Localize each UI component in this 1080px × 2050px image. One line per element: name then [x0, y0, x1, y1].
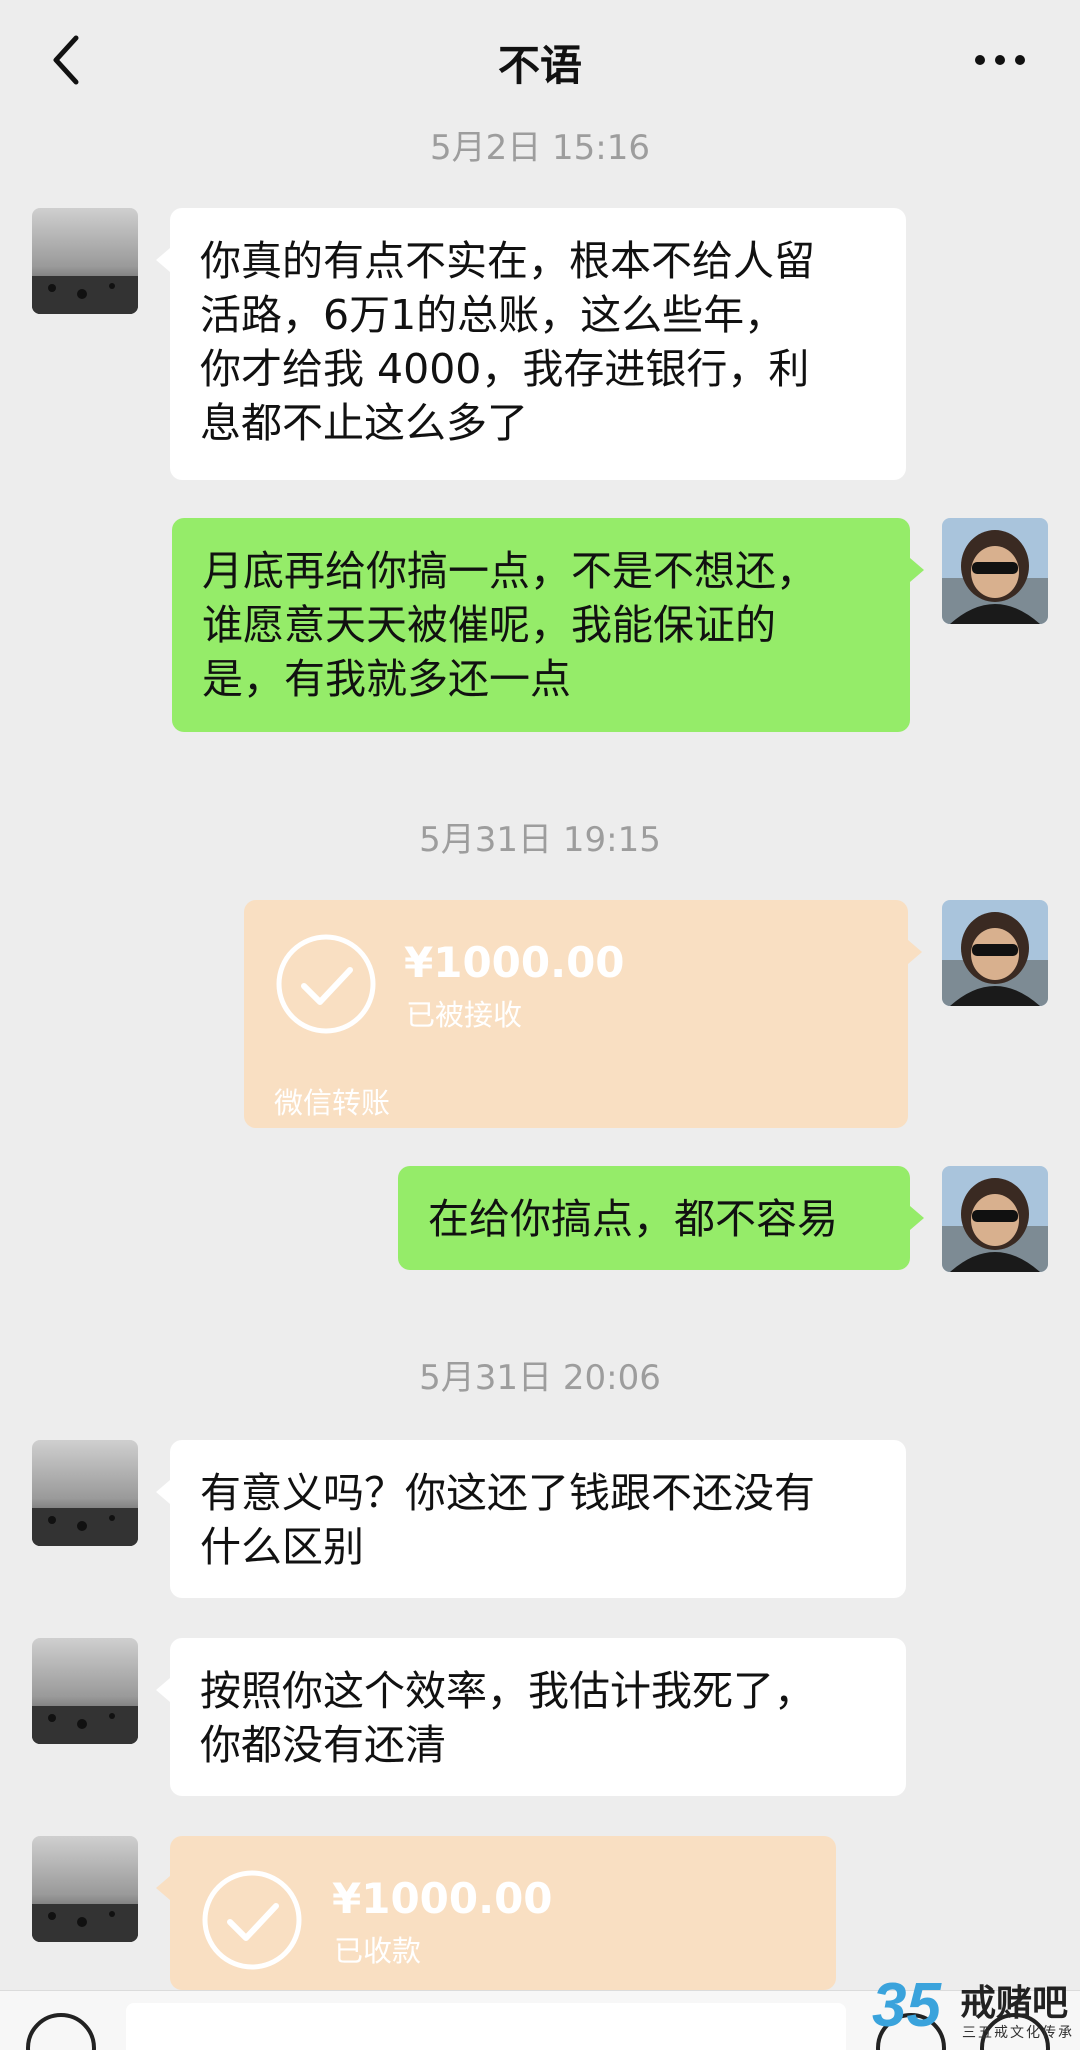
- bubble-tail: [156, 1480, 170, 1504]
- chat-screen: 不语 5月2日 15:16 你真的有点不实在，根本不给人留 活路，6万1的总账，…: [0, 0, 1080, 2050]
- message-bubble-incoming[interactable]: 按照你这个效率，我估计我死了， 你都没有还清: [170, 1638, 906, 1796]
- watermark-subtitle: 三五戒文化传承: [962, 2025, 1074, 2041]
- transfer-card[interactable]: ¥1000.00 已被接收 微信转账: [244, 900, 908, 1128]
- my-avatar[interactable]: [942, 1166, 1048, 1272]
- timestamp: 5月2日 15:16: [429, 128, 651, 168]
- message-line: 你都没有还清: [200, 1721, 446, 1769]
- chat-title: 不语: [497, 41, 582, 90]
- bubble-tail: [908, 940, 922, 964]
- check-circle-icon: [276, 934, 376, 1034]
- message-bubble-outgoing[interactable]: 月底再给你搞一点，不是不想还， 谁愿意天天被催呢，我能保证的 是，有我就多还一点: [172, 518, 910, 732]
- more-button[interactable]: [970, 40, 1030, 80]
- message-line: 你才给我 4000，我存进银行，利: [200, 345, 810, 393]
- contact-avatar[interactable]: [32, 1836, 138, 1942]
- message-line: 谁愿意天天被催呢，我能保证的: [202, 601, 776, 649]
- message-line: 有意义吗？你这还了钱跟不还没有: [200, 1469, 815, 1517]
- contact-avatar[interactable]: [32, 1440, 138, 1546]
- message-line: 息都不止这么多了: [200, 399, 528, 447]
- check-circle-icon: [202, 1870, 302, 1970]
- bubble-tail: [156, 248, 170, 272]
- message-line: 你真的有点不实在，根本不给人留: [200, 237, 815, 285]
- transfer-status: 已收款: [334, 1934, 422, 1968]
- transfer-status: 已被接收: [406, 998, 523, 1032]
- message-input[interactable]: [126, 2003, 846, 2050]
- message-line: 月底再给你搞一点，不是不想还，: [202, 547, 817, 595]
- message-line: 在给你搞点，都不容易: [428, 1195, 838, 1243]
- my-avatar[interactable]: [942, 900, 1048, 1006]
- bubble-tail: [156, 1876, 170, 1900]
- my-avatar[interactable]: [942, 518, 1048, 624]
- message-bubble-incoming[interactable]: 你真的有点不实在，根本不给人留 活路，6万1的总账，这么些年， 你才给我 400…: [170, 208, 906, 480]
- transfer-card[interactable]: ¥1000.00 已收款: [170, 1836, 836, 1990]
- contact-avatar[interactable]: [32, 1638, 138, 1744]
- message-line: 什么区别: [200, 1523, 364, 1571]
- watermark-name: 戒赌吧: [960, 1983, 1069, 2024]
- message-line: 是，有我就多还一点: [202, 655, 571, 703]
- transfer-amount: ¥1000.00: [404, 938, 625, 987]
- watermark-number: 35: [872, 1971, 941, 2040]
- bubble-tail: [156, 1678, 170, 1702]
- timestamp: 5月31日 19:15: [419, 820, 661, 860]
- bubble-tail: [910, 1206, 924, 1230]
- transfer-footer: 微信转账: [274, 1086, 391, 1120]
- message-bubble-incoming[interactable]: 有意义吗？你这还了钱跟不还没有 什么区别: [170, 1440, 906, 1598]
- message-bubble-outgoing[interactable]: 在给你搞点，都不容易: [398, 1166, 910, 1270]
- message-line: 按照你这个效率，我估计我死了，: [200, 1667, 815, 1715]
- transfer-amount: ¥1000.00: [332, 1874, 553, 1923]
- bubble-tail: [910, 558, 924, 582]
- watermark-logo: 35 戒赌吧 三五戒文化传承: [868, 1970, 1080, 2050]
- contact-avatar[interactable]: [32, 208, 138, 314]
- message-line: 活路，6万1的总账，这么些年，: [200, 291, 786, 339]
- chat-header: 不语: [0, 0, 1080, 122]
- voice-icon[interactable]: [26, 2013, 96, 2050]
- timestamp: 5月31日 20:06: [419, 1358, 661, 1398]
- more-dots-icon: [975, 55, 1025, 65]
